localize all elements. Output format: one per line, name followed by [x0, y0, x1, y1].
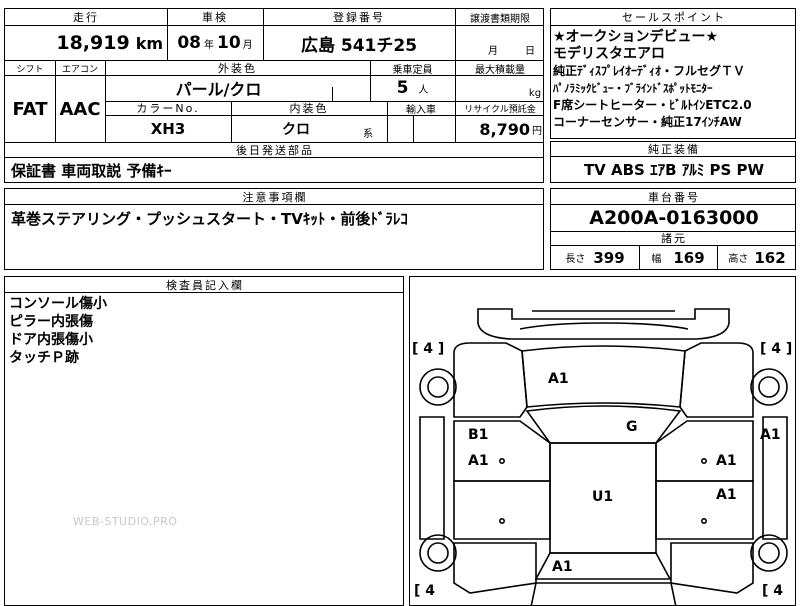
- door-handle: [499, 458, 506, 465]
- tire-tread-rear-right: [ 4: [762, 583, 784, 599]
- capacity-label: 乗車定員: [392, 64, 433, 76]
- sales-point-line: 純正ﾃﾞｨｽﾌﾟﾚｲｵｰﾃﾞｨｵ・フルセグＴＶ: [553, 64, 746, 78]
- aircon-value: AAC: [59, 98, 101, 120]
- door-handle: [700, 458, 707, 465]
- capacity-value: 5 人: [396, 78, 429, 98]
- mileage-label: 走行: [73, 11, 99, 24]
- front-bumper-inner: [519, 322, 689, 330]
- width-spec: 幅 169: [651, 248, 705, 267]
- import-car-label: 輸入車: [406, 104, 436, 116]
- right-front-fender: [679, 342, 754, 418]
- registration-label: 登録番号: [333, 11, 385, 24]
- watermark: WEB-STUDIO.PRO: [73, 515, 178, 528]
- tire-front-left: [419, 368, 457, 406]
- chassis-value: A200A-0163000: [589, 206, 759, 229]
- damage-left-front-door-b: B1: [468, 427, 489, 443]
- chassis-label: 車台番号: [648, 190, 700, 204]
- rear-gate: [530, 582, 677, 605]
- transfer-day-unit: 日: [525, 45, 535, 57]
- left-rocker: [419, 416, 445, 540]
- inspector-line: コンソール傷小: [9, 296, 107, 312]
- interior-color-label: 内装色: [289, 102, 329, 115]
- door-handle: [499, 518, 506, 525]
- notes-label: 注意事項欄: [242, 190, 308, 204]
- tire-rear-right: [750, 534, 788, 572]
- top-info-table: 走行 車検 登録番号 譲渡書類期限 18,919 km 08 年 10 月 広島…: [4, 8, 544, 61]
- color-no-value: XH3: [150, 120, 186, 138]
- interior-color-unit: 系: [363, 128, 373, 140]
- tire-front-right-inner: [758, 376, 780, 398]
- right-rear-door: [655, 480, 754, 540]
- exterior-color-value: パール/クロ: [175, 80, 262, 99]
- tire-tread-rear-left: [ 4: [414, 583, 436, 599]
- sales-points-label: セールスポイント: [622, 11, 726, 24]
- chassis-box: 車台番号 A200A-0163000 諸元 長さ 399 幅 169 高さ 16…: [550, 188, 796, 270]
- notes-value: 革巻ステアリング・プッシュスタート・TVｷｯﾄ・前後ﾄﾞﾗﾚｺ: [11, 209, 408, 228]
- specs-label: 諸元: [661, 232, 687, 245]
- later-parts-label: 後日発送部品: [236, 144, 314, 157]
- front-bumper: [477, 308, 730, 340]
- damage-right-front-door: A1: [716, 453, 737, 469]
- tire-front-left-inner: [427, 376, 449, 398]
- left-rear-door: [453, 480, 551, 540]
- damage-right-rear-door: A1: [716, 487, 737, 503]
- hood: [521, 345, 686, 408]
- inspector-label: 検査員記入欄: [166, 278, 244, 292]
- later-parts-box: 後日発送部品 保証書 車両取説 予備ｷｰ: [4, 142, 544, 183]
- windshield: [525, 405, 682, 444]
- damage-left-front-door-a: A1: [468, 453, 489, 469]
- shift-value: FAT: [12, 98, 48, 120]
- recycle-fee-value: 8,790 円: [479, 119, 542, 139]
- left-rear-quarter: [453, 542, 537, 594]
- sales-point-line: F席シートヒーター・ﾋﾞﾙﾄｲﾝETC2.0: [553, 98, 752, 112]
- right-rear-quarter: [670, 542, 754, 594]
- registration-value: 広島 541チ25: [300, 35, 418, 56]
- transfer-month-unit: 月: [488, 45, 498, 57]
- damage-windshield: G: [626, 419, 638, 435]
- sales-point-line: モデリスタエアロ: [553, 46, 665, 62]
- max-load-label: 最大積載量: [475, 64, 525, 76]
- exterior-color-label: 外装色: [218, 62, 257, 75]
- tire-front-right: [750, 368, 788, 406]
- tire-rear-right-inner: [758, 542, 780, 564]
- tire-tread-front-right: [ 4 ]: [760, 341, 793, 357]
- equipment-value: TV ABS ｴｱB ｱﾙﾐ PS PW: [583, 161, 765, 179]
- load-unit: kg: [528, 87, 542, 99]
- interior-color-value: クロ: [282, 122, 310, 138]
- aircon-label: エアコン: [61, 64, 98, 75]
- damage-diagram: [ 4 ] [ 4 ] [ 4 [ 4 A1 G B1 A1 A1 A1 A1 …: [409, 276, 796, 606]
- notes-box: 注意事項欄 革巻ステアリング・プッシュスタート・TVｷｯﾄ・前後ﾄﾞﾗﾚｺ: [4, 188, 544, 270]
- sales-point-line: ﾊﾟﾉﾗﾐｯｸﾋﾞｭｰ・ﾌﾞﾗｲﾝﾄﾞｽﾎﾟｯﾄﾓﾆﾀｰ: [553, 82, 713, 95]
- length-spec: 長さ 399: [565, 248, 625, 267]
- inspector-box: 検査員記入欄 コンソール傷小 ピラー内張傷 ドア内張傷小 タッチＰ跡 WEB-S…: [4, 276, 404, 606]
- inspector-line: ドア内張傷小: [9, 332, 93, 348]
- equipment-box: 純正装備 TV ABS ｴｱB ｱﾙﾐ PS PW: [550, 141, 796, 183]
- tire-rear-left-inner: [427, 542, 449, 564]
- shift-label: シフト: [16, 64, 44, 75]
- tire-rear-left: [419, 534, 457, 572]
- height-spec: 高さ 162: [728, 248, 786, 267]
- inspection-label: 車検: [202, 11, 228, 24]
- inspector-line: ピラー内張傷: [9, 314, 93, 330]
- damage-rear: A1: [552, 559, 573, 575]
- damage-right-rocker: A1: [760, 427, 781, 443]
- later-parts-value: 保証書 車両取説 予備ｷｰ: [11, 161, 172, 180]
- mileage-value: 18,919 km: [56, 32, 163, 54]
- tire-tread-front-left: [ 4 ]: [412, 341, 445, 357]
- sales-point-line: コーナーセンサー・純正17ｲﾝﾁAW: [553, 115, 742, 129]
- color-no-label: カラーNo.: [136, 102, 200, 115]
- equipment-label: 純正装備: [648, 143, 700, 156]
- inspection-date: 08 年 10 月: [177, 33, 253, 53]
- damage-hood: A1: [548, 371, 569, 387]
- inspector-line: タッチＰ跡: [9, 350, 79, 366]
- recycle-fee-label: リサイクル預託金: [464, 104, 536, 115]
- sales-point-line: ★オークションデビュー★: [553, 29, 719, 45]
- door-handle: [700, 518, 707, 525]
- sales-points-box: セールスポイント ★オークションデビュー★ モデリスタエアロ 純正ﾃﾞｨｽﾌﾟﾚ…: [550, 8, 796, 139]
- right-front-door: [655, 420, 754, 482]
- vehicle-attributes-table: シフト エアコン FAT AAC 外装色 乗車定員 最大積載量 パール/クロ 5…: [4, 60, 544, 143]
- transfer-deadline-label: 譲渡書類期限: [470, 13, 530, 25]
- left-front-fender: [453, 342, 528, 418]
- damage-roof: U1: [592, 489, 614, 505]
